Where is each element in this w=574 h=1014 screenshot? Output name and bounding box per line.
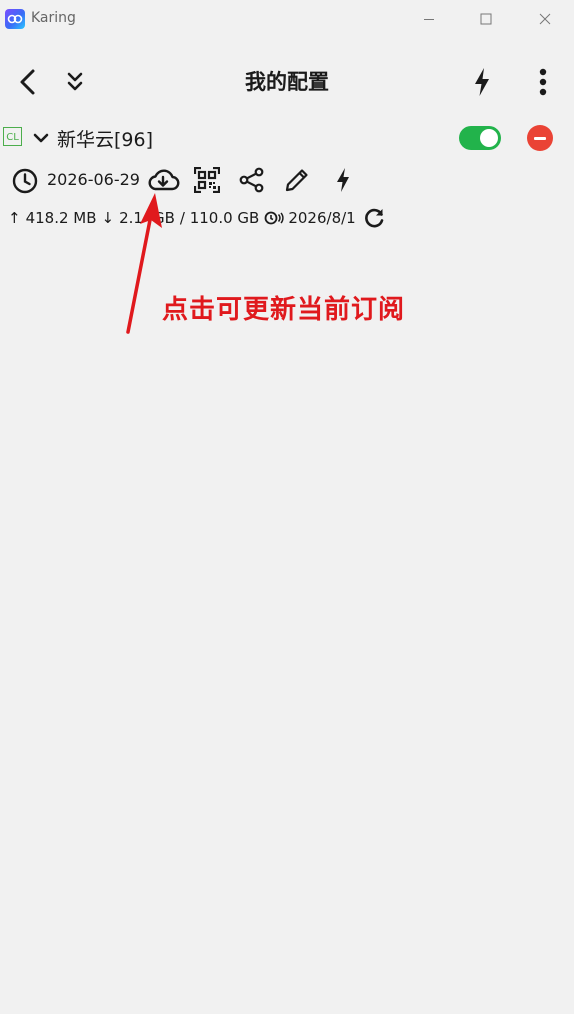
window-titlebar: Karing [0,0,574,38]
lightning-icon [475,68,489,96]
share-button[interactable] [237,165,267,195]
lightning-icon [337,168,349,192]
minimize-icon [424,19,434,20]
maximize-icon [480,13,492,25]
expire-icon [264,210,284,226]
qr-code-button[interactable] [192,165,222,195]
download-arrow-icon: ↓ [101,209,115,227]
qr-code-icon [194,167,220,193]
total-amount: / 110.0 GB [179,209,260,227]
update-time-icon [10,166,40,196]
close-button[interactable] [516,0,574,38]
speed-test-button[interactable] [462,60,502,104]
remove-profile-button[interactable] [527,125,553,151]
upload-arrow-icon: ↑ [8,209,21,227]
clock-icon [12,168,38,194]
annotation-text: 点击可更新当前订阅 [162,295,406,325]
maximize-button[interactable] [457,0,515,38]
back-button[interactable] [10,62,46,102]
refresh-traffic-button[interactable] [362,206,386,230]
minimize-button[interactable] [400,0,458,38]
chevron-left-icon [20,69,35,95]
profile-update-date: 2026-06-29 [47,170,140,189]
edit-profile-button[interactable] [282,165,312,195]
profile-name: 新华云[96] [57,129,154,151]
share-icon [239,167,264,193]
chevron-down-icon [33,133,49,143]
app-logo-icon [5,9,25,29]
more-vertical-icon [539,68,547,96]
double-chevron-down-icon [67,72,83,91]
profile-speed-test-button[interactable] [330,165,356,195]
traffic-info: ↑ 418.2 MB ↓ 2.1 GB / 110.0 GB 2026/8/1 [8,209,356,227]
refresh-icon [365,208,384,228]
more-menu-button[interactable] [524,60,562,104]
expand-profile-button[interactable] [30,127,52,149]
upload-amount: 418.2 MB [25,209,97,227]
profile-type-badge: CL [3,127,22,146]
minus-icon [534,136,546,140]
profile-enable-toggle[interactable] [459,126,501,150]
pencil-icon [285,169,308,192]
expire-date: 2026/8/1 [288,209,356,227]
window-title: Karing [31,10,76,26]
close-icon [539,13,551,25]
collapse-all-button[interactable] [58,62,92,102]
cloud-download-icon [148,169,179,191]
